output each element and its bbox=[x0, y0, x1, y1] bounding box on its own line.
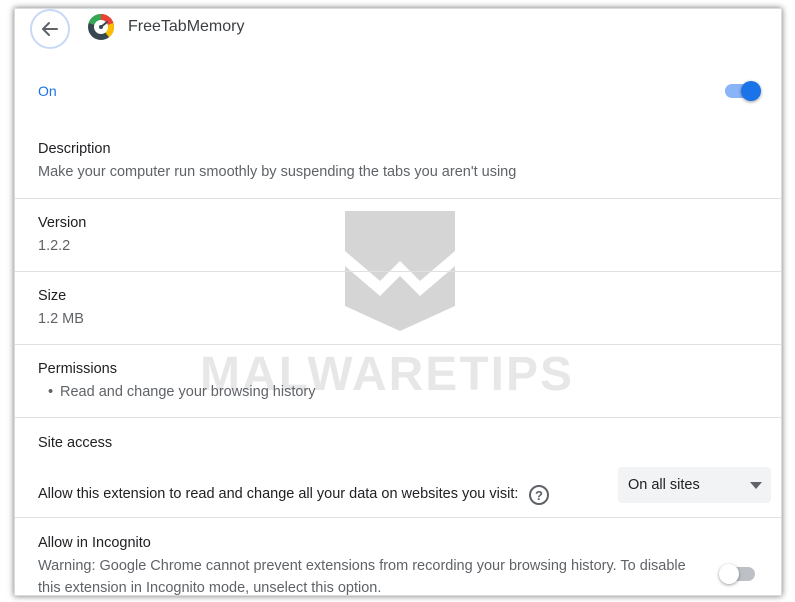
size-section: Size 1.2 MB bbox=[15, 271, 781, 345]
on-label: On bbox=[38, 83, 57, 99]
header: FreeTabMemory bbox=[15, 9, 781, 55]
version-value: 1.2.2 bbox=[38, 238, 71, 254]
incognito-warning-line2: this extension in Incognito mode, unsele… bbox=[38, 580, 382, 596]
description-section: Description Make your computer run smoot… bbox=[15, 125, 781, 198]
extension-name: FreeTabMemory bbox=[128, 18, 245, 35]
incognito-section: Allow in Incognito Warning: Google Chrom… bbox=[15, 517, 781, 596]
size-value: 1.2 MB bbox=[38, 311, 84, 327]
back-button[interactable] bbox=[30, 9, 70, 49]
site-access-prompt-row: Allow this extension to read and change … bbox=[38, 485, 598, 507]
description-value: Make your computer run smoothly by suspe… bbox=[38, 164, 517, 180]
permission-text: Read and change your browsing history bbox=[60, 384, 316, 400]
bullet-icon: • bbox=[48, 384, 54, 400]
extension-details-panel: MALWARETIPS FreeTabMemory On Description bbox=[14, 8, 782, 596]
speedometer-icon bbox=[88, 13, 115, 40]
permissions-title: Permissions bbox=[38, 361, 117, 377]
incognito-title: Allow in Incognito bbox=[38, 535, 151, 551]
description-title: Description bbox=[38, 141, 111, 157]
site-access-section: Site access Allow this extension to read… bbox=[15, 417, 781, 518]
size-title: Size bbox=[38, 288, 67, 304]
question-circle-icon[interactable]: ? bbox=[529, 485, 549, 505]
enable-row: On bbox=[15, 67, 781, 115]
incognito-warning-line1: Warning: Google Chrome cannot prevent ex… bbox=[38, 558, 686, 574]
permission-item: • Read and change your browsing history bbox=[48, 384, 316, 400]
version-title: Version bbox=[38, 215, 87, 231]
version-section: Version 1.2.2 bbox=[15, 198, 781, 272]
toggle-knob bbox=[719, 564, 739, 584]
site-access-selected: On all sites bbox=[628, 477, 700, 493]
permissions-section: Permissions • Read and change your browsi… bbox=[15, 344, 781, 418]
chevron-down-icon bbox=[750, 482, 762, 489]
incognito-toggle[interactable] bbox=[719, 564, 755, 584]
toggle-knob bbox=[741, 81, 761, 101]
arrow-left-icon bbox=[42, 22, 58, 36]
enable-toggle[interactable] bbox=[725, 81, 761, 101]
site-access-title: Site access bbox=[38, 435, 113, 451]
site-access-prompt: Allow this extension to read and change … bbox=[38, 486, 519, 502]
site-access-select[interactable]: On all sites bbox=[618, 467, 771, 503]
